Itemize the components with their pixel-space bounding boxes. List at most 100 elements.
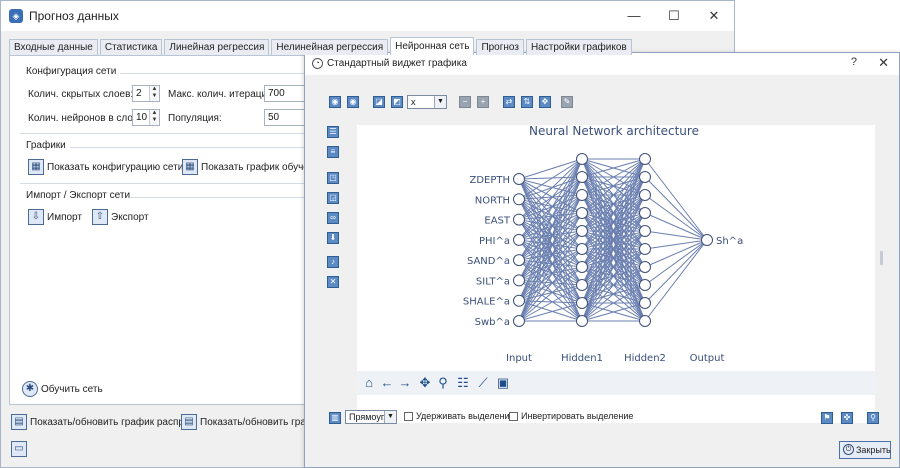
zoom-in-icon[interactable]: ◳	[327, 172, 339, 184]
node-input-6	[513, 294, 525, 307]
node-hidden1-3	[576, 207, 588, 219]
widget-close-action-button[interactable]: ⏻ Закрыть	[839, 441, 891, 459]
show-update-other-button[interactable]: ▤ Показать/обновить графи	[181, 414, 320, 430]
invert-selection-label: Инвертировать выделение	[521, 411, 634, 421]
neurons-value: 10	[136, 112, 148, 123]
keep-selection-checkbox[interactable]	[404, 412, 413, 421]
tab-neural-network[interactable]: Нейронная сеть	[390, 37, 475, 55]
resize-icon[interactable]: ◪	[373, 96, 385, 108]
node-input-4	[513, 254, 525, 267]
network-chart-icon: ▦	[28, 159, 44, 175]
training-chart-icon: ▦	[182, 159, 198, 175]
window-list-icon: ▭	[11, 441, 27, 457]
help-button[interactable]: ?	[851, 56, 857, 68]
edit-axis-icon[interactable]: ⟋	[475, 375, 491, 391]
eye-icon[interactable]: ◉	[329, 96, 341, 108]
connection-2-0-0	[644, 158, 708, 241]
node-label-output-0: Sh^a	[716, 236, 743, 247]
pan-icon[interactable]: ✥	[417, 375, 433, 391]
eye-alt-icon[interactable]: ◉	[347, 96, 359, 108]
import-export-divider	[130, 197, 320, 198]
tab-statistics[interactable]: Статистика	[99, 39, 163, 55]
tab-nonlinear-regression[interactable]: Нелинейная регрессия	[271, 39, 389, 55]
chart-view-icon[interactable]: ▥	[329, 412, 341, 424]
minimize-button[interactable]: —	[614, 1, 654, 31]
chevron-down-icon: ▼	[434, 96, 446, 108]
layer-label-input: Input	[506, 353, 532, 364]
node-input-2	[513, 213, 525, 226]
back-arrow-icon[interactable]: ←	[379, 375, 395, 391]
graphs-group-divider	[70, 147, 320, 148]
show-update-distribution-button[interactable]: ▤ Показать/обновить график распр.	[11, 414, 187, 430]
export-button[interactable]: ⇧ Экспорт	[92, 209, 149, 225]
show-config-label: Показать конфигурацию сети	[47, 161, 184, 173]
selection-cursor-icon[interactable]: ✜	[841, 412, 853, 424]
node-hidden2-7	[639, 279, 651, 291]
tab-forecast[interactable]: Прогноз	[476, 39, 524, 55]
node-hidden2-3	[639, 207, 651, 219]
hidden-layers-spinbox[interactable]: 2 ▲ ▼	[132, 85, 160, 102]
neurons-label: Колич. нейронов в слое:	[28, 113, 142, 124]
spin-arrows-icon[interactable]: ▲ ▼	[149, 86, 159, 101]
minus-icon[interactable]: −	[459, 96, 471, 108]
node-input-3	[513, 233, 525, 246]
show-config-button[interactable]: ▦ Показать конфигурацию сети	[28, 159, 183, 175]
invert-selection-checkbox[interactable]	[509, 412, 518, 421]
section-divider	[20, 133, 320, 134]
window-list-button[interactable]: ▭	[11, 441, 30, 457]
crop-icon[interactable]: ◩	[391, 96, 403, 108]
save-icon[interactable]: ▣	[495, 375, 511, 391]
hidden-layers-value: 2	[136, 88, 142, 99]
node-hidden1-5	[576, 243, 588, 255]
pencil-icon[interactable]: ✎	[561, 96, 573, 108]
node-hidden1-1	[576, 171, 588, 183]
configure-subplots-icon[interactable]: ☷	[455, 375, 471, 391]
node-hidden2-6	[639, 261, 651, 273]
tab-input-data[interactable]: Входные данные	[9, 39, 98, 55]
widget-title: Стандартный виджет графика	[327, 58, 467, 69]
spin-arrows-icon[interactable]: ▲ ▼	[149, 110, 159, 125]
node-hidden2-5	[639, 243, 651, 255]
neurons-spinbox[interactable]: 10 ▲ ▼	[132, 109, 160, 126]
zoom-icon[interactable]: ⚲	[435, 375, 451, 391]
widget-titlebar: ◔ Стандартный виджет графика ? ✕	[305, 53, 899, 75]
plot-type-select[interactable]: Прямоуг. ▼	[345, 410, 397, 424]
home-icon[interactable]: ⌂	[361, 375, 377, 391]
export-image-icon[interactable]: ⬇	[327, 232, 339, 244]
location-pin-icon[interactable]: ⚑	[821, 412, 833, 424]
connection-2-1-0	[644, 176, 708, 241]
train-network-button[interactable]: ✱ Обучить сеть	[22, 381, 103, 397]
table-icon[interactable]: ☰	[327, 126, 339, 138]
hidden-layers-label: Колич. скрытых слоев:	[28, 89, 134, 100]
scrollbar-grip[interactable]	[880, 251, 883, 265]
connection-2-9-0	[644, 239, 708, 322]
node-hidden2-9	[639, 315, 651, 327]
maximize-button[interactable]: ☐	[654, 1, 694, 31]
move-icon[interactable]: ✥	[539, 96, 551, 108]
import-button[interactable]: ⇩ Импорт	[28, 209, 82, 225]
mpl-navigation-toolbar: ⌂ ← → ✥ ⚲ ☷ ⟋ ▣	[357, 371, 875, 395]
tab-chart-settings[interactable]: Настройки графиков	[525, 39, 632, 55]
forward-arrow-icon[interactable]: →	[397, 375, 413, 391]
music-note-icon[interactable]: ♪	[327, 256, 339, 268]
import-icon: ⇩	[28, 209, 44, 225]
widget-close-button[interactable]: ✕	[878, 55, 889, 71]
distribution-chart-icon: ▤	[11, 414, 27, 430]
list-icon[interactable]: ≡	[327, 146, 339, 158]
axis-select[interactable]: x ▼	[407, 95, 447, 109]
search-icon[interactable]: ⚲	[867, 412, 879, 424]
link-icon[interactable]: ∞	[327, 212, 339, 224]
close-button[interactable]: ✕	[694, 1, 734, 31]
plus-icon[interactable]: +	[477, 96, 489, 108]
import-export-group-title: Импорт / Экспорт сети	[26, 190, 131, 201]
node-hidden1-4	[576, 225, 588, 237]
node-label-input-4: SAND^a	[467, 256, 510, 267]
tab-linear-regression[interactable]: Линейная регрессия	[164, 39, 270, 55]
zoom-out-icon[interactable]: ◲	[327, 192, 339, 204]
chart-title: Neural Network architecture	[529, 125, 699, 138]
swap-horizontal-icon[interactable]: ⇄	[503, 96, 515, 108]
grid-icon[interactable]: ✕	[327, 276, 339, 288]
swap-vertical-icon[interactable]: ⇅	[521, 96, 533, 108]
chart-widget-window: ◔ Стандартный виджет графика ? ✕ ◉ ◉ ◪ ◩…	[304, 52, 900, 468]
power-icon: ⏻	[843, 444, 854, 455]
